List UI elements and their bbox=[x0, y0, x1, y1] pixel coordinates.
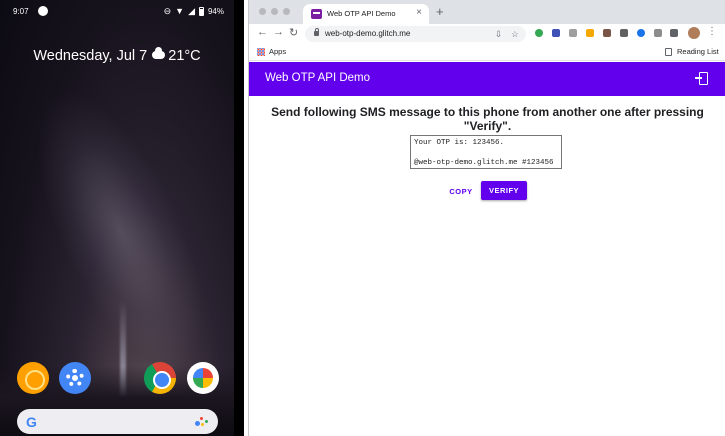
reload-button[interactable]: ↻ bbox=[289, 26, 298, 39]
signal-icon: ◢ bbox=[188, 6, 195, 16]
at-a-glance-widget[interactable]: Wednesday, Jul 7 21°C bbox=[0, 47, 234, 64]
reading-list-button[interactable]: Reading List bbox=[677, 47, 719, 56]
app-title: Web OTP API Demo bbox=[265, 72, 371, 84]
cloud-icon bbox=[152, 47, 166, 59]
minimize-window-button[interactable] bbox=[271, 8, 278, 15]
extension-gray-icon[interactable] bbox=[569, 29, 577, 37]
url-text: web-otp-demo.glitch.me bbox=[325, 29, 411, 38]
profile-avatar[interactable] bbox=[688, 27, 700, 39]
sms-line-1: Your OTP is: 123456. bbox=[414, 139, 505, 147]
bookmark-star-icon[interactable]: ☆ bbox=[511, 29, 519, 40]
temperature-text: 21°C bbox=[168, 48, 201, 64]
verify-button[interactable]: VERIFY bbox=[481, 181, 527, 200]
apps-grid-icon[interactable] bbox=[257, 48, 265, 56]
glitch-favicon-icon bbox=[311, 9, 322, 19]
wifi-icon: ▼ bbox=[175, 6, 185, 16]
browser-toolbar: ← → ↻ web-otp-demo.glitch.me ⇩ ☆ ⋮ bbox=[249, 24, 725, 44]
close-window-button[interactable] bbox=[259, 8, 266, 15]
status-time: 9:07 bbox=[13, 7, 29, 16]
extension-green-icon[interactable] bbox=[535, 29, 543, 37]
reading-list-icon[interactable] bbox=[665, 48, 672, 56]
do-not-disturb-icon: ⊖ bbox=[163, 6, 172, 16]
extension-shield-icon[interactable] bbox=[552, 29, 560, 37]
sms-line-3: @web-otp-demo.glitch.me #123456 bbox=[414, 159, 554, 167]
instructions-text: Send following SMS message to this phone… bbox=[271, 105, 704, 133]
browser-window: Web OTP API Demo × + ← → ↻ web-otp-demo.… bbox=[248, 0, 725, 436]
extension-yellow-icon[interactable] bbox=[586, 29, 594, 37]
forward-button[interactable]: → bbox=[273, 26, 284, 38]
google-search-bar[interactable]: G bbox=[17, 409, 218, 434]
gear-icon bbox=[66, 369, 84, 387]
date-text: Wednesday, Jul 7 bbox=[33, 48, 148, 64]
tab-strip: Web OTP API Demo × + bbox=[249, 0, 725, 24]
extension-dark-icon[interactable] bbox=[620, 29, 628, 37]
battery-icon bbox=[198, 6, 204, 16]
sms-line-2 bbox=[414, 148, 558, 158]
android-phone-screen: 9:07 ⊖ ▼ ◢ 94% Wednesday, Jul 7 21°C G bbox=[0, 0, 244, 436]
settings-icon[interactable] bbox=[59, 362, 91, 394]
new-tab-button[interactable]: + bbox=[436, 4, 444, 19]
app-bar: Web OTP API Demo bbox=[249, 62, 725, 96]
copy-button[interactable]: COPY bbox=[445, 182, 477, 200]
google-logo-icon: G bbox=[26, 414, 37, 430]
screen: 9:07 ⊖ ▼ ◢ 94% Wednesday, Jul 7 21°C G W… bbox=[0, 0, 725, 436]
photos-icon[interactable] bbox=[187, 362, 219, 394]
apps-bookmark[interactable]: Apps bbox=[269, 47, 286, 56]
notification-app-icon bbox=[38, 6, 48, 16]
status-icons: ⊖ ▼ ◢ 94% bbox=[164, 6, 224, 16]
address-bar[interactable]: web-otp-demo.glitch.me ⇩ ☆ bbox=[305, 26, 526, 42]
back-button[interactable]: ← bbox=[257, 26, 268, 38]
login-icon[interactable] bbox=[695, 72, 708, 85]
zoom-window-button[interactable] bbox=[283, 8, 290, 15]
extension-brown-icon[interactable] bbox=[603, 29, 611, 37]
close-tab-icon[interactable]: × bbox=[416, 7, 422, 18]
assistant-icon[interactable] bbox=[195, 417, 209, 427]
extensions-puzzle-icon[interactable] bbox=[654, 29, 662, 37]
menu-kebab-icon[interactable]: ⋮ bbox=[707, 26, 717, 37]
sun-app-icon[interactable] bbox=[17, 362, 49, 394]
lock-icon[interactable] bbox=[314, 28, 319, 36]
tab-web-otp-demo[interactable]: Web OTP API Demo × bbox=[303, 4, 429, 24]
sms-message-textarea[interactable]: Your OTP is: 123456. @web-otp-demo.glitc… bbox=[410, 135, 562, 169]
extension-media-icon[interactable] bbox=[670, 29, 678, 37]
bookmarks-bar: Apps Reading List bbox=[249, 44, 725, 61]
status-bar: 9:07 ⊖ ▼ ◢ 94% bbox=[0, 0, 234, 22]
phone-bezel bbox=[234, 0, 244, 436]
install-app-icon[interactable]: ⇩ bbox=[495, 29, 502, 40]
home-dock bbox=[0, 362, 234, 396]
tab-title: Web OTP API Demo bbox=[327, 9, 396, 18]
extension-blue-icon[interactable] bbox=[637, 29, 645, 37]
chrome-icon[interactable] bbox=[144, 362, 176, 394]
battery-percent: 94% bbox=[207, 6, 224, 16]
